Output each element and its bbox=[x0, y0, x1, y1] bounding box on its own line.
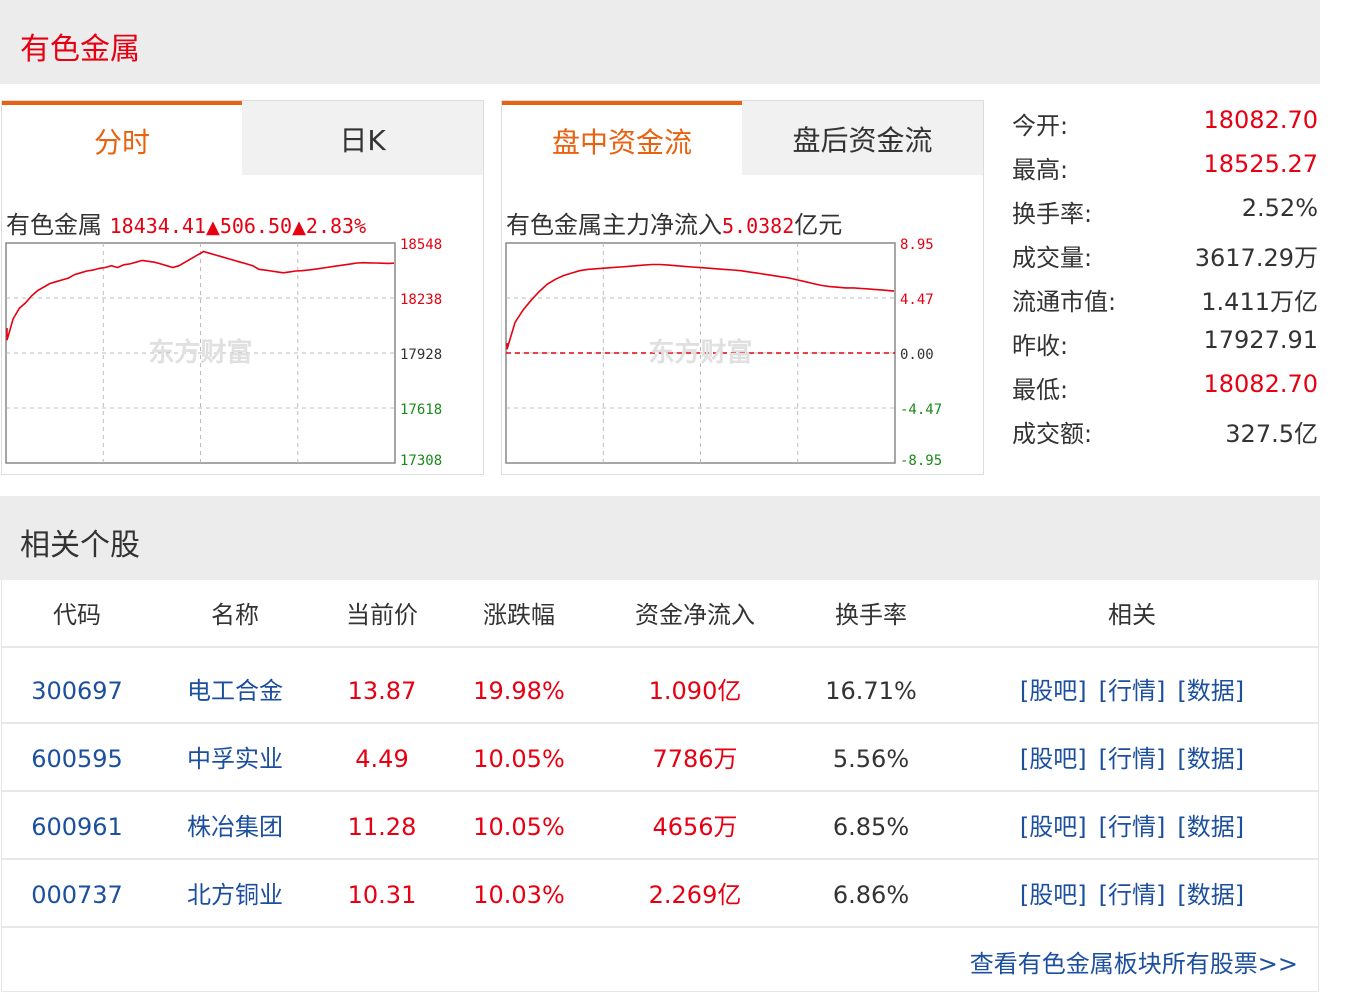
view-all-stocks-link[interactable]: 查看有色金属板块所有股票>> bbox=[970, 944, 1298, 979]
guba-link[interactable]: [股吧] bbox=[1020, 813, 1087, 841]
stock-turnover: 6.85% bbox=[832, 813, 910, 841]
stat-label: 换手率: bbox=[1012, 200, 1093, 228]
y-tick-label: 18238 bbox=[400, 292, 442, 308]
header-name: 名称 bbox=[211, 601, 259, 629]
flow-panel: 盘中资金流 盘后资金流 有色金属主力净流入5.0382亿元 东方财富 8.95 4.… bbox=[501, 100, 984, 475]
stat-row: 昨收: 17927.91 bbox=[1012, 320, 1318, 364]
data-link[interactable]: [数据] bbox=[1177, 677, 1244, 705]
guba-link[interactable]: [股吧] bbox=[1020, 881, 1087, 909]
stock-name[interactable]: 株冶集团 bbox=[152, 792, 318, 860]
stock-name[interactable]: 电工合金 bbox=[152, 656, 318, 724]
stat-value: 1.411万亿 bbox=[1201, 288, 1318, 316]
stock-pct: 10.03% bbox=[473, 881, 565, 909]
related-header: 相关个股 bbox=[0, 496, 1320, 580]
stock-price: 4.49 bbox=[355, 745, 409, 773]
y-tick-label: -4.47 bbox=[900, 402, 942, 418]
y-tick-label: -8.95 bbox=[900, 453, 942, 469]
stat-row: 成交量: 3617.29万 bbox=[1012, 232, 1318, 276]
y-tick-label: 17308 bbox=[400, 453, 442, 469]
y-tick-label: 4.47 bbox=[900, 292, 934, 308]
stock-name[interactable]: 北方铜业 bbox=[152, 860, 318, 928]
stat-row: 换手率: 2.52% bbox=[1012, 188, 1318, 232]
stat-row: 今开: 18082.70 bbox=[1012, 100, 1318, 144]
watermark-text: 东方财富 bbox=[148, 337, 252, 368]
header-turnover: 换手率 bbox=[835, 601, 907, 629]
header-related: 相关 bbox=[1108, 601, 1156, 629]
stock-flow: 1.090亿 bbox=[648, 677, 742, 705]
stat-label: 流通市值: bbox=[1012, 288, 1117, 316]
stock-turnover: 5.56% bbox=[832, 745, 910, 773]
stock-code[interactable]: 600961 bbox=[2, 792, 152, 860]
stat-label: 最高: bbox=[1012, 156, 1069, 184]
y-tick-label: 18548 bbox=[400, 237, 442, 253]
stock-flow: 2.269亿 bbox=[648, 881, 742, 909]
board-title: 有色金属 bbox=[20, 32, 140, 67]
watermark-text: 东方财富 bbox=[648, 337, 752, 368]
stat-label: 昨收: bbox=[1012, 332, 1069, 360]
guba-link[interactable]: [股吧] bbox=[1020, 745, 1087, 773]
stock-flow: 7786万 bbox=[652, 745, 738, 773]
stat-row: 成交额: 327.5亿 bbox=[1012, 408, 1318, 452]
stock-related-links: [股吧] [行情] [数据] bbox=[944, 860, 1320, 928]
stock-price: 11.28 bbox=[347, 813, 417, 841]
quote-link[interactable]: [行情] bbox=[1099, 745, 1166, 773]
stock-code[interactable]: 300697 bbox=[2, 656, 152, 724]
board-header: 有色金属 bbox=[0, 0, 1320, 84]
stock-name[interactable]: 中孚实业 bbox=[152, 724, 318, 792]
stat-value: 3617.29万 bbox=[1194, 244, 1318, 272]
data-link[interactable]: [数据] bbox=[1177, 813, 1244, 841]
header-code: 代码 bbox=[53, 601, 101, 629]
table-header-row: 代码 名称 当前价 涨跌幅 资金净流入 换手率 相关 bbox=[2, 580, 1318, 648]
kline-panel: 分时 日K 有色金属 18434.41▲506.50▲2.83% 东方财富 185… bbox=[1, 100, 484, 475]
stats-panel: 今开: 18082.70 最高: 18525.27 换手率: 2.52% 成交量: 3617.… bbox=[1012, 100, 1318, 452]
header-flow: 资金净流入 bbox=[635, 601, 755, 629]
flow-chart: 东方财富 8.95 4.47 0.00 -4.47 -8.95 bbox=[505, 237, 942, 469]
stat-value: 327.5亿 bbox=[1225, 420, 1318, 448]
stock-related-links: [股吧] [行情] [数据] bbox=[944, 724, 1320, 792]
minute-chart: 东方财富 18548 18238 17928 17618 17308 bbox=[5, 237, 442, 469]
table-row: 600961 株冶集团 11.28 10.05% 4656万 6.85% [股吧] [行情][… bbox=[2, 792, 1318, 860]
quote-link[interactable]: [行情] bbox=[1099, 881, 1166, 909]
y-tick-label: 0.00 bbox=[900, 347, 934, 363]
table-row: 000737 北方铜业 10.31 10.03% 2.269亿 6.86% [股吧] [行情]… bbox=[2, 860, 1318, 928]
stat-value: 18082.70 bbox=[1203, 106, 1318, 134]
stock-pct: 10.05% bbox=[473, 813, 565, 841]
stat-label: 成交额: bbox=[1012, 420, 1093, 448]
stock-price: 13.87 bbox=[347, 677, 417, 705]
stock-price: 10.31 bbox=[347, 881, 417, 909]
guba-link[interactable]: [股吧] bbox=[1020, 677, 1087, 705]
table-row: 300697 电工合金 13.87 19.98% 1.090亿 16.71% [股吧] [行情… bbox=[2, 656, 1318, 724]
stat-row: 流通市值: 1.411万亿 bbox=[1012, 276, 1318, 320]
stat-label: 今开: bbox=[1012, 112, 1069, 140]
data-link[interactable]: [数据] bbox=[1177, 745, 1244, 773]
header-price: 当前价 bbox=[346, 601, 418, 629]
table-row: 600595 中孚实业 4.49 10.05% 7786万 5.56% [股吧] [行情] [数… bbox=[2, 724, 1318, 792]
stat-value: 2.52% bbox=[1241, 194, 1318, 222]
y-tick-label: 17928 bbox=[400, 347, 442, 363]
stock-flow: 4656万 bbox=[652, 813, 738, 841]
related-title: 相关个股 bbox=[20, 528, 140, 563]
quote-link[interactable]: [行情] bbox=[1099, 677, 1166, 705]
stock-pct: 10.05% bbox=[473, 745, 565, 773]
y-tick-label: 17618 bbox=[400, 402, 442, 418]
stock-code[interactable]: 600595 bbox=[2, 724, 152, 792]
stat-row: 最低: 18082.70 bbox=[1012, 364, 1318, 408]
stat-label: 成交量: bbox=[1012, 244, 1093, 272]
stock-turnover: 16.71% bbox=[825, 677, 917, 705]
stat-row: 最高: 18525.27 bbox=[1012, 144, 1318, 188]
related-stocks-table: 代码 名称 当前价 涨跌幅 资金净流入 换手率 相关 300697 电工合金 13.… bbox=[1, 580, 1319, 992]
stat-value: 18525.27 bbox=[1203, 150, 1318, 178]
stock-related-links: [股吧] [行情] [数据] bbox=[944, 792, 1320, 860]
stat-value: 18082.70 bbox=[1203, 370, 1318, 398]
stock-related-links: [股吧] [行情] [数据] bbox=[944, 656, 1320, 724]
header-pct: 涨跌幅 bbox=[483, 601, 555, 629]
stat-value: 17927.91 bbox=[1203, 326, 1318, 354]
y-tick-label: 8.95 bbox=[900, 237, 934, 253]
quote-link[interactable]: [行情] bbox=[1099, 813, 1166, 841]
stock-code[interactable]: 000737 bbox=[2, 860, 152, 928]
stat-label: 最低: bbox=[1012, 376, 1069, 404]
stock-turnover: 6.86% bbox=[832, 881, 910, 909]
stock-pct: 19.98% bbox=[473, 677, 565, 705]
data-link[interactable]: [数据] bbox=[1177, 881, 1244, 909]
